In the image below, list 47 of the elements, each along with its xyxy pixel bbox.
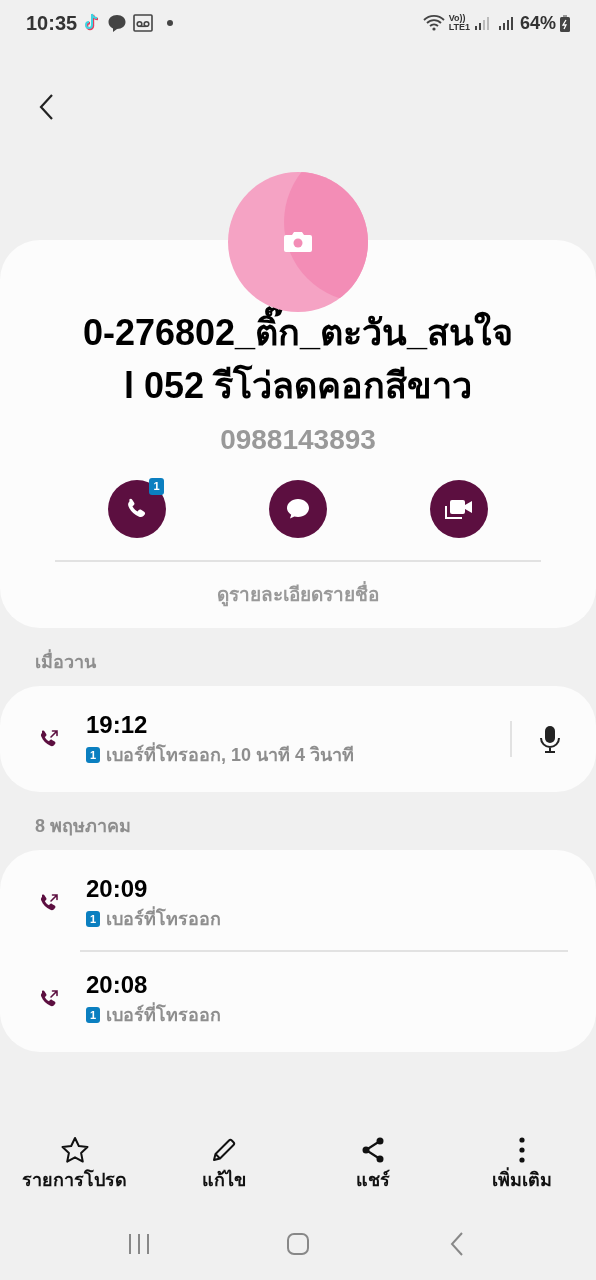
chat-bubble-icon (107, 13, 128, 33)
call-button[interactable]: 1 (108, 480, 166, 538)
date-header: 8 พฤษภาคม (35, 815, 131, 838)
call-log-row[interactable]: 20:09 1 เบอร์ที่โทรออก (0, 856, 596, 950)
star-icon (59, 1136, 90, 1164)
home-icon (286, 1232, 310, 1256)
favorite-action-button[interactable]: รายการโปรด (0, 1136, 149, 1194)
call-detail: เบอร์ที่โทรออก (106, 1001, 221, 1029)
date-header: เมื่อวาน (35, 648, 96, 676)
sim-badge: 1 (149, 478, 164, 495)
recording-button[interactable] (538, 724, 562, 754)
chat-bubble-icon (285, 497, 311, 521)
battery-percent: 64% (519, 11, 556, 35)
call-time: 19:12 (86, 710, 148, 740)
call-log-row[interactable]: 19:12 1 เบอร์ที่โทรออก, 10 นาที 4 วินาที (0, 692, 596, 786)
lte-label: LTE1 (448, 23, 470, 32)
microphone-icon (539, 725, 561, 753)
camera-icon (283, 230, 313, 254)
more-options-icon (517, 1136, 526, 1164)
video-call-button[interactable] (430, 480, 488, 538)
call-detail: เบอร์ที่โทรออก, 10 นาที 4 วินาที (106, 741, 355, 769)
back-icon (38, 93, 54, 121)
more-action-button[interactable]: เพิ่มเติม (447, 1136, 596, 1194)
call-time: 20:09 (86, 874, 148, 904)
edit-action-button[interactable]: แก้ไข (149, 1136, 298, 1194)
notification-dot-icon (167, 20, 174, 26)
video-camera-icon (444, 498, 474, 520)
message-button[interactable] (269, 480, 327, 538)
contact-name: 0-276802_ติ๊ก_ตะวัน_สนใจ (82, 306, 514, 359)
sim-badge: 1 (86, 911, 100, 927)
signal-icon (497, 15, 514, 31)
voicemail-icon (133, 14, 154, 32)
call-detail: เบอร์ที่โทรออก (106, 905, 221, 933)
call-time: 20:08 (86, 970, 148, 1000)
sim-badge: 1 (86, 747, 100, 763)
status-time: 10:35 (26, 11, 78, 36)
call-log-row[interactable]: 20:08 1 เบอร์ที่โทรออก (0, 952, 596, 1046)
battery-charging-icon (560, 14, 570, 32)
share-action-button[interactable]: แชร์ (298, 1136, 447, 1194)
signal-icon (473, 15, 490, 31)
contact-name: l 052 รีโว่ลดคอกสีขาว (123, 363, 473, 408)
sim-badge: 1 (86, 1007, 100, 1023)
phone-number: 0988143893 (220, 423, 376, 457)
back-icon (448, 1231, 465, 1257)
volte-label: Vo)) (448, 14, 466, 23)
recent-apps-icon (127, 1232, 152, 1256)
wifi-icon (422, 14, 445, 32)
